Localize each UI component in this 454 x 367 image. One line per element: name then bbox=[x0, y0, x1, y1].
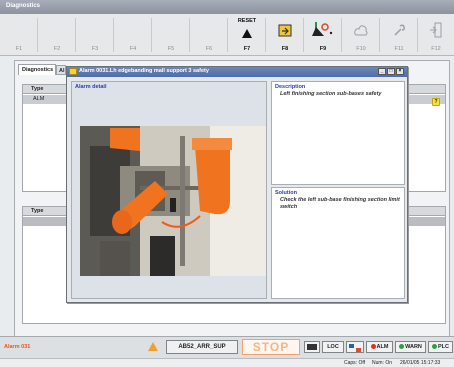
warn-indicator: WARN bbox=[395, 341, 426, 353]
f1-key[interactable]: F1 bbox=[0, 14, 38, 56]
alm-led-icon bbox=[370, 344, 376, 349]
alarm-popup-window: Alarm 0031.Lh edgebanding mall support 3… bbox=[66, 66, 408, 303]
close-button[interactable]: × bbox=[396, 68, 404, 75]
row-type-cell: ALM bbox=[33, 96, 45, 102]
status-bar: Alarm 031 AB52_ARR_SUP STOP LOC ALM WARN… bbox=[0, 336, 454, 358]
reset-triangle-icon bbox=[242, 29, 252, 38]
loc-button[interactable]: LOC bbox=[322, 341, 344, 353]
wrench-icon bbox=[394, 24, 405, 36]
plc-indicator: PLC bbox=[428, 341, 453, 353]
f4-key[interactable]: F4 bbox=[114, 14, 152, 56]
machine-illustration bbox=[80, 126, 266, 276]
f12-button[interactable]: F12 bbox=[418, 14, 454, 56]
solution-panel: Solution Check the left sub-base finishi… bbox=[271, 187, 405, 299]
date-time: 26/01/05 15:17:33 bbox=[400, 360, 441, 366]
stop-indicator: STOP bbox=[242, 339, 300, 355]
machine-photo bbox=[80, 126, 266, 276]
description-heading: Description bbox=[275, 84, 306, 90]
keyboard-icon[interactable] bbox=[304, 341, 320, 353]
tab-diagnostics[interactable]: Diagnostics bbox=[18, 64, 56, 75]
maximize-button[interactable]: □ bbox=[387, 68, 395, 75]
f5-key[interactable]: F5 bbox=[152, 14, 190, 56]
exit-door-icon bbox=[430, 22, 442, 38]
caps-lock-status: Caps: Off bbox=[344, 360, 366, 366]
num-lock-status: Num: On bbox=[372, 360, 393, 366]
function-key-toolbar: F1 F2 F3 F4 F5 F6 RESET F7 F8 F9 F10 F11… bbox=[0, 14, 454, 56]
alarm-diagnostic-icon bbox=[312, 22, 333, 36]
alarm-code-field: AB52_ARR_SUP bbox=[166, 340, 238, 354]
network-icon[interactable] bbox=[346, 341, 364, 353]
popup-title: Alarm 0031.Lh edgebanding mall support 3… bbox=[79, 68, 209, 74]
f2-key[interactable]: F2 bbox=[38, 14, 76, 56]
description-text: Left finishing section sub-bases safety bbox=[280, 91, 382, 97]
f9-button[interactable]: F9 bbox=[304, 14, 342, 56]
alarm-detail-heading: Alarm detail bbox=[75, 84, 107, 90]
popup-title-bar[interactable]: Alarm 0031.Lh edgebanding mall support 3… bbox=[67, 67, 407, 77]
f11-button[interactable]: F11 bbox=[380, 14, 418, 56]
f8-button[interactable]: F8 bbox=[266, 14, 304, 56]
warn-led-icon bbox=[399, 344, 405, 349]
reset-button[interactable]: RESET F7 bbox=[228, 14, 266, 56]
minimize-button[interactable]: _ bbox=[378, 68, 386, 75]
description-panel: Description Left finishing section sub-b… bbox=[271, 81, 405, 185]
alm-indicator: ALM bbox=[366, 341, 393, 353]
info-icon[interactable]: ? bbox=[432, 98, 440, 106]
warning-icon bbox=[148, 342, 158, 351]
alarm-detail-panel: Alarm detail bbox=[71, 81, 267, 299]
f10-button[interactable]: F10 bbox=[342, 14, 380, 56]
solution-heading: Solution bbox=[275, 190, 297, 196]
warning-window-icon bbox=[69, 68, 77, 75]
solution-text: Check the left sub-base finishing sectio… bbox=[280, 197, 400, 210]
active-alarm-label[interactable]: Alarm 031 bbox=[4, 344, 30, 350]
keyboard-status-line: Caps: Off Num: On 26/01/05 15:17:33 bbox=[0, 358, 454, 367]
window-title: Diagnostics bbox=[0, 0, 454, 14]
tab-alarms[interactable]: Al bbox=[56, 65, 66, 75]
plc-led-icon bbox=[432, 344, 437, 349]
f6-key[interactable]: F6 bbox=[190, 14, 228, 56]
cloud-icon bbox=[354, 25, 368, 36]
f3-key[interactable]: F3 bbox=[76, 14, 114, 56]
folder-arrow-icon bbox=[278, 24, 292, 37]
